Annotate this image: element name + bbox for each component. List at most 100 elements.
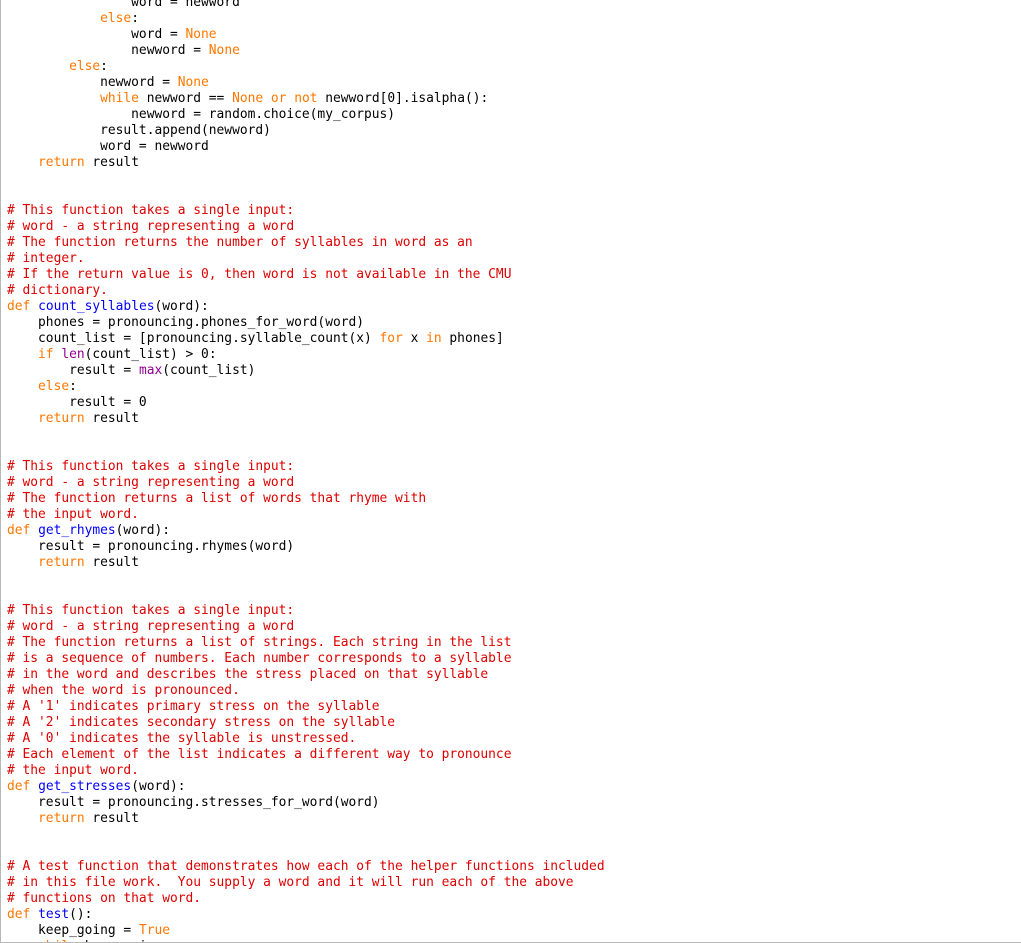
- code-line: result = 0: [1, 395, 1021, 411]
- code-token-plain: :: [100, 59, 108, 74]
- code-line: # when the word is pronounced.: [1, 683, 1021, 699]
- code-line: result = max(count_list): [1, 363, 1021, 379]
- code-token-comment: # The function returns the number of syl…: [7, 235, 473, 250]
- code-line: newword = None: [1, 43, 1021, 59]
- code-token-defname: test: [38, 907, 70, 922]
- code-token-keyword: return: [38, 555, 85, 570]
- code-line: # in this file work. You supply a word a…: [1, 875, 1021, 891]
- code-token-comment: # dictionary.: [7, 283, 108, 298]
- code-token-keyword: None: [208, 43, 240, 58]
- code-line: # word - a string representing a word: [1, 475, 1021, 491]
- code-line: return result: [1, 555, 1021, 571]
- code-line: def get_rhymes(word):: [1, 523, 1021, 539]
- code-token-keyword: else: [69, 59, 101, 74]
- code-token-plain: (word):: [115, 523, 170, 538]
- code-token-plain: count_list = [pronouncing.syllable_count…: [7, 331, 380, 346]
- code-line: def test():: [1, 907, 1021, 923]
- code-line: # functions on that word.: [1, 891, 1021, 907]
- code-token-plain: result: [84, 411, 139, 426]
- code-line: # in the word and describes the stress p…: [1, 667, 1021, 683]
- code-token-keyword: in: [426, 331, 442, 346]
- code-line: newword = random.choice(my_corpus): [1, 107, 1021, 123]
- code-line: return result: [1, 155, 1021, 171]
- code-token-comment: # in this file work. You supply a word a…: [7, 875, 574, 890]
- code-token-keyword: True: [138, 923, 170, 938]
- code-line: while newword == None or not newword[0].…: [1, 91, 1021, 107]
- code-token-keyword: while: [38, 939, 77, 942]
- code-token-keyword: not: [294, 91, 318, 106]
- code-line: result = pronouncing.rhymes(word): [1, 539, 1021, 555]
- code-token-plain: result =: [7, 363, 139, 378]
- code-token-plain: result = pronouncing.stresses_for_word(w…: [7, 795, 380, 810]
- code-token-plain: result: [84, 555, 139, 570]
- code-line: # A '2' indicates secondary stress on th…: [1, 715, 1021, 731]
- code-line: # A test function that demonstrates how …: [1, 859, 1021, 875]
- code-token-plain: (word):: [154, 299, 209, 314]
- code-token-plain: phones = pronouncing.phones_for_word(wor…: [7, 315, 364, 330]
- code-token-comment: # word - a string representing a word: [7, 219, 295, 234]
- code-token-plain: result = pronouncing.rhymes(word): [7, 539, 295, 554]
- code-token-plain: newword[0].isalpha():: [317, 91, 489, 106]
- code-token-plain: newword =: [7, 75, 178, 90]
- code-line: # word - a string representing a word: [1, 219, 1021, 235]
- code-line: # the input word.: [1, 507, 1021, 523]
- code-line: word = newword: [1, 139, 1021, 155]
- code-token-plain: result: [84, 155, 139, 170]
- code-token-plain: newword ==: [138, 91, 233, 106]
- code-line: # is a sequence of numbers. Each number …: [1, 651, 1021, 667]
- code-token-plain: result.append(newword): [7, 123, 271, 138]
- code-line: def count_syllables(word):: [1, 299, 1021, 315]
- code-token-builtin: max: [138, 363, 163, 378]
- code-token-keyword: def: [7, 907, 31, 922]
- code-token-plain: result = 0: [7, 395, 147, 410]
- code-token-comment: # word - a string representing a word: [7, 619, 295, 634]
- code-token-keyword: return: [38, 155, 85, 170]
- code-token-comment: # A '1' indicates primary stress on the …: [7, 699, 380, 714]
- code-token-keyword: def: [7, 779, 31, 794]
- code-token-plain: newword =: [7, 43, 209, 58]
- code-token-comment: # Each element of the list indicates a d…: [7, 747, 512, 762]
- code-line: phones = pronouncing.phones_for_word(wor…: [1, 315, 1021, 331]
- code-line: word = None: [1, 27, 1021, 43]
- code-token-plain: result: [84, 811, 139, 826]
- code-line: # the input word.: [1, 763, 1021, 779]
- code-line: while keep_going:: [1, 939, 1021, 942]
- code-token-comment: # This function takes a single input:: [7, 459, 295, 474]
- code-token-keyword: for: [379, 331, 403, 346]
- code-line: # Each element of the list indicates a d…: [1, 747, 1021, 763]
- code-line: if len(count_list) > 0:: [1, 347, 1021, 363]
- code-line: else:: [1, 379, 1021, 395]
- code-token-comment: # integer.: [7, 251, 85, 266]
- code-line: # The function returns a list of words t…: [1, 491, 1021, 507]
- code-editor-pane[interactable]: word = newword else: word = None newword…: [0, 0, 1021, 943]
- code-token-plain: ():: [69, 907, 93, 922]
- code-token-plain: x: [402, 331, 427, 346]
- code-token-keyword: else: [38, 379, 70, 394]
- code-line: # This function takes a single input:: [1, 603, 1021, 619]
- code-token-keyword: else: [100, 11, 132, 26]
- code-token-comment: # A test function that demonstrates how …: [7, 859, 605, 874]
- code-token-comment: # This function takes a single input:: [7, 203, 295, 218]
- code-line: result = pronouncing.stresses_for_word(w…: [1, 795, 1021, 811]
- code-token-comment: # in the word and describes the stress p…: [7, 667, 489, 682]
- code-token-keyword: None: [232, 91, 264, 106]
- code-token-keyword: None: [177, 75, 209, 90]
- code-line: # dictionary.: [1, 283, 1021, 299]
